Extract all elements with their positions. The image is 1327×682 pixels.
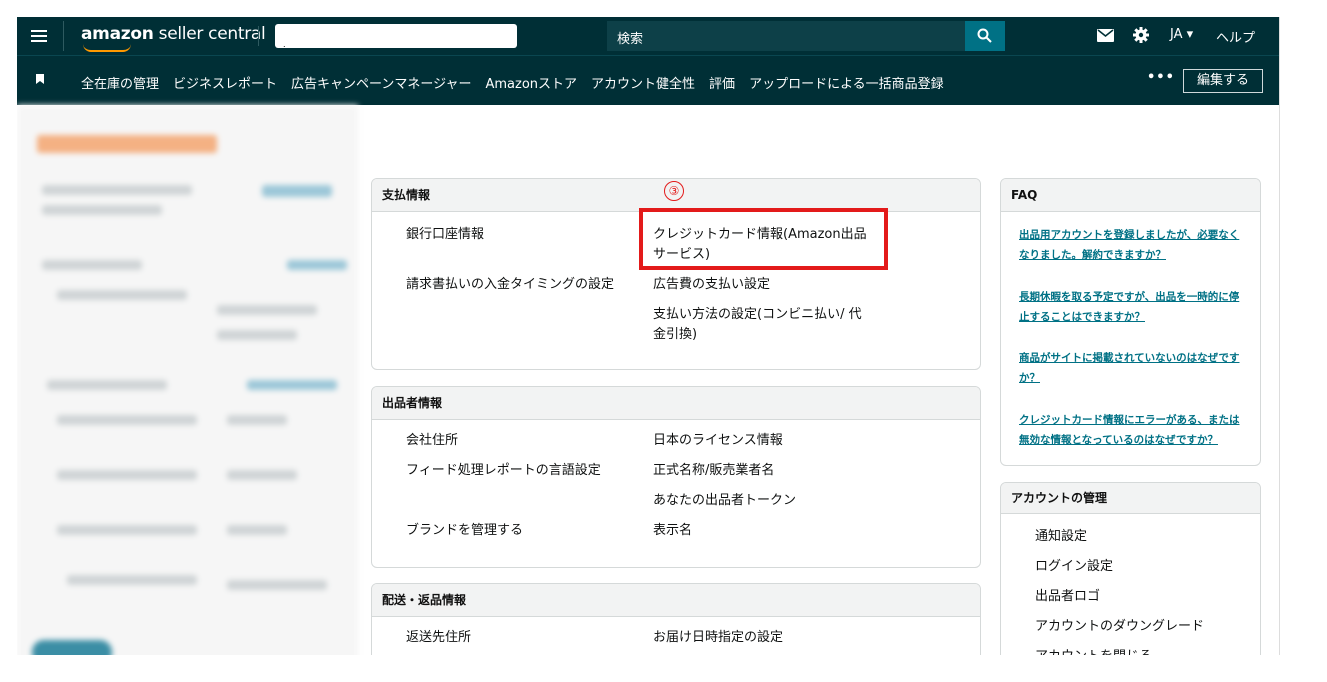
nav-items: 全在庫の管理 ビジネスレポート 広告キャンペーンマネージャー Amazonストア アカウ… (81, 73, 958, 92)
logo-smile-icon (83, 44, 131, 52)
logo-brand: amazon (81, 24, 154, 44)
nav-item-inventory[interactable]: 全在庫の管理 (81, 77, 159, 92)
top-bar: amazon seller central . 検索 JA ▾ ヘルプ (17, 17, 1279, 55)
menu-icon[interactable] (31, 28, 47, 44)
search-placeholder: 検索 (617, 32, 644, 47)
license-info-link[interactable]: 日本のライセンス情報 (653, 431, 873, 451)
nav-item-feedback[interactable]: 評価 (709, 77, 735, 92)
store-selector-value: . (283, 40, 286, 49)
bookmark-icon[interactable] (36, 74, 44, 84)
logo-text: seller central (158, 24, 266, 44)
feed-language-link[interactable]: フィード処理レポートの言語設定 (406, 461, 616, 481)
faq-item[interactable]: 長期休暇を取る予定ですが、出品を一時的に停止することはできますか？ (1019, 287, 1247, 327)
faq-item[interactable]: 出品用アカウントを登録しましたが、必要なくなりました。解約できますか？ (1019, 225, 1247, 265)
faq-item[interactable]: 商品がサイトに掲載されていないのはなぜですか？ (1019, 348, 1247, 388)
return-address-link[interactable]: 返送先住所 (406, 628, 616, 648)
faq-item[interactable]: クレジットカード情報にエラーがある、または無効な情報となっているのはなぜですか？ (1019, 410, 1247, 450)
nav-item-campaign-manager[interactable]: 広告キャンペーンマネージャー (291, 77, 471, 92)
edit-button[interactable]: 編集する (1183, 69, 1263, 93)
help-link[interactable]: ヘルプ (1216, 27, 1255, 46)
caret-down-icon: ▾ (1186, 27, 1194, 42)
highlight-box (639, 208, 888, 270)
notification-settings-link[interactable]: 通知設定 (1035, 527, 1087, 547)
nav-item-account-health[interactable]: アカウント健全性 (591, 77, 695, 92)
account-management-title: アカウントの管理 (1001, 483, 1260, 514)
more-icon[interactable]: ••• (1147, 70, 1175, 85)
mail-icon[interactable] (1097, 29, 1114, 42)
divider (258, 26, 259, 46)
login-settings-link[interactable]: ログイン設定 (1035, 557, 1113, 577)
bank-account-link[interactable]: 銀行口座情報 (406, 225, 616, 245)
seller-info-card: 出品者情報 会社住所 フィード処理レポートの言語設定 ブランドを管理する 日本の… (371, 386, 981, 568)
step-marker: ③ (664, 181, 684, 201)
seller-logo-link[interactable]: 出品者ロゴ (1035, 587, 1100, 607)
faq-title: FAQ (1001, 179, 1260, 212)
language-selector[interactable]: JA ▾ (1170, 27, 1193, 42)
payment-info-card: 支払情報 銀行口座情報 請求書払いの入金タイミングの設定 クレジットカード情報(… (371, 178, 981, 370)
nav-item-business-reports[interactable]: ビジネスレポート (173, 77, 277, 92)
seller-central-window: amazon seller central . 検索 JA ▾ ヘルプ 全在庫の… (17, 17, 1280, 655)
manage-brand-link[interactable]: ブランドを管理する (406, 521, 616, 541)
official-name-link[interactable]: 正式名称/販売業者名 (653, 461, 873, 481)
logo[interactable]: amazon seller central (81, 24, 266, 44)
faq-card: FAQ 出品用アカウントを登録しましたが、必要なくなりました。解約できますか？ … (1000, 178, 1261, 466)
shipping-info-card: 配送・返品情報 返送先住所 お届け日時指定の設定 (371, 583, 981, 655)
seller-token-link[interactable]: あなたの出品者トークン (653, 491, 873, 511)
payment-method-link[interactable]: 支払い方法の設定(コンビニ払い/ 代金引換) (653, 305, 873, 345)
search-input[interactable]: 検索 (607, 21, 967, 51)
close-account-link[interactable]: アカウントを閉じる (1035, 647, 1152, 655)
blurred-sidebar (17, 105, 358, 655)
invoice-timing-link[interactable]: 請求書払いの入金タイミングの設定 (406, 275, 616, 295)
seller-info-title: 出品者情報 (372, 387, 980, 420)
account-downgrade-link[interactable]: アカウントのダウングレード (1035, 617, 1204, 637)
search-button[interactable] (965, 21, 1005, 51)
search-icon (977, 28, 992, 43)
divider (63, 21, 64, 51)
delivery-time-link[interactable]: お届け日時指定の設定 (653, 628, 873, 648)
nav-bar: 全在庫の管理 ビジネスレポート 広告キャンペーンマネージャー Amazonストア アカウ… (17, 55, 1279, 105)
ad-payment-link[interactable]: 広告費の支払い設定 (653, 275, 873, 295)
account-management-card: アカウントの管理 通知設定 ログイン設定 出品者ロゴ アカウントのダウングレード… (1000, 482, 1261, 655)
nav-item-stores[interactable]: Amazonストア (485, 77, 577, 92)
display-name-link[interactable]: 表示名 (653, 521, 873, 541)
shipping-info-title: 配送・返品情報 (372, 584, 980, 617)
nav-item-bulk-upload[interactable]: アップロードによる一括商品登録 (749, 77, 944, 92)
language-label: JA (1170, 27, 1183, 42)
company-address-link[interactable]: 会社住所 (406, 431, 616, 451)
gear-icon[interactable] (1132, 26, 1150, 44)
store-selector[interactable]: . (275, 24, 517, 49)
